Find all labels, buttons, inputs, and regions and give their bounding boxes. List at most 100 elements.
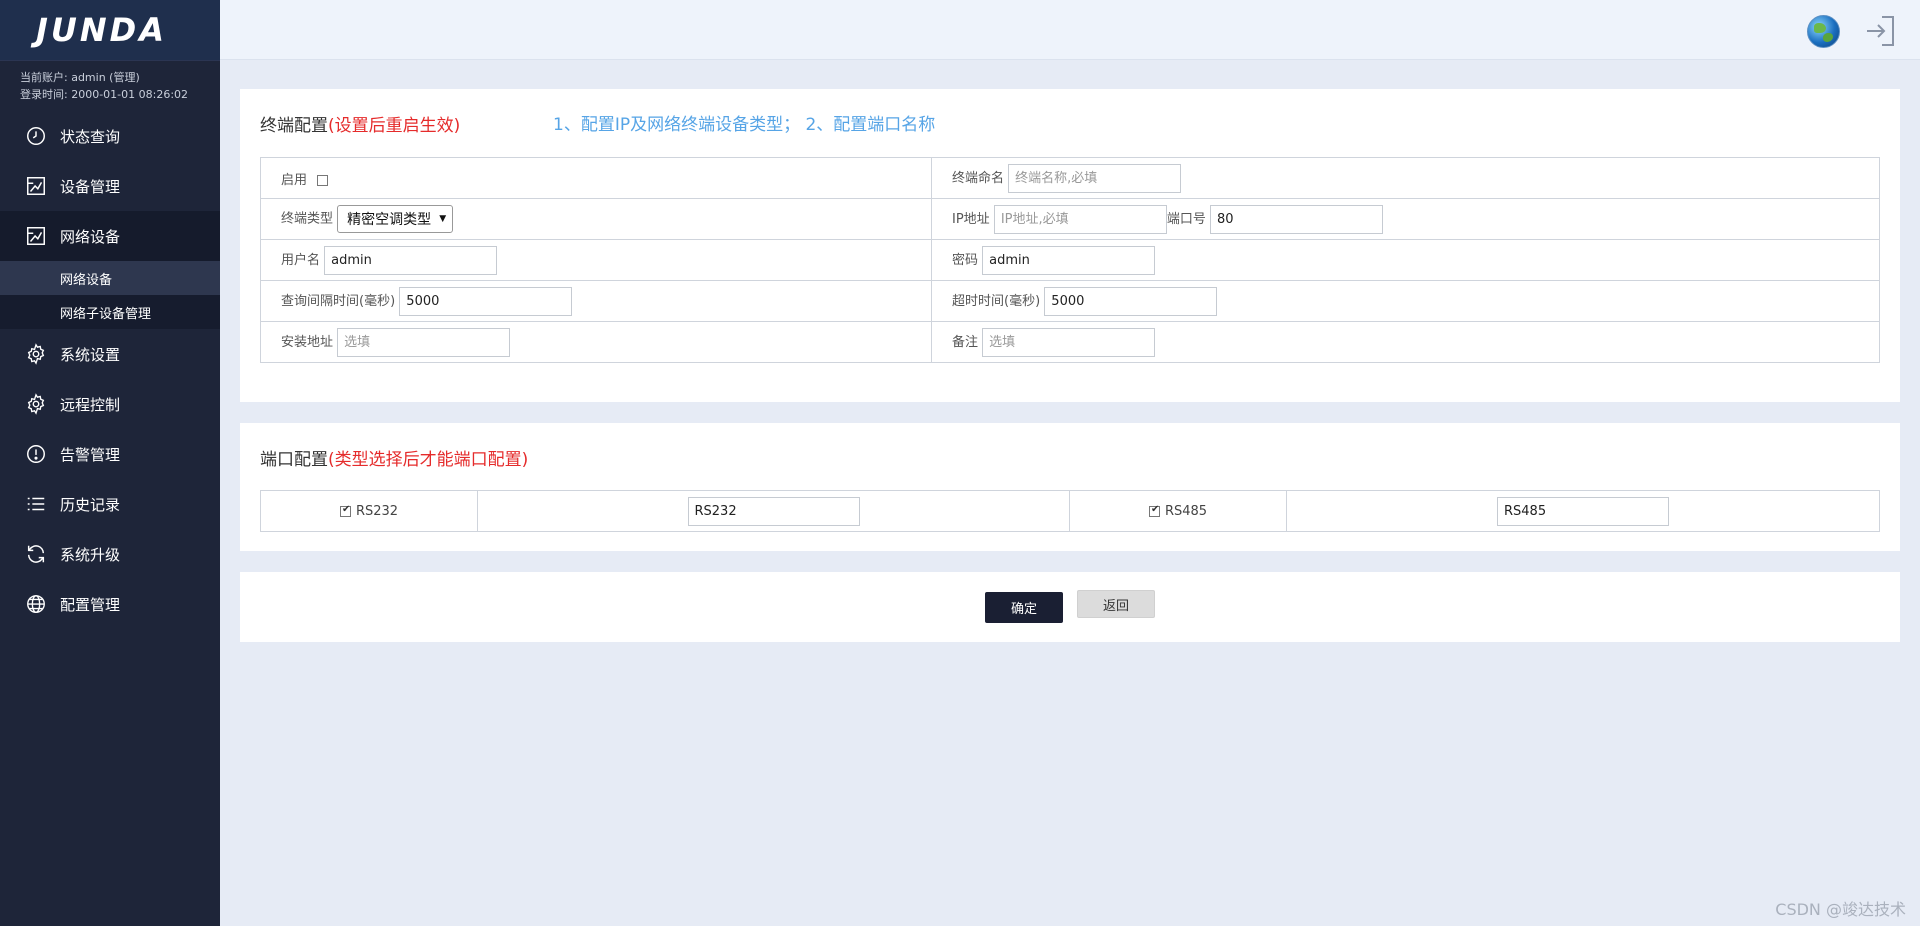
password-label: 密码 bbox=[952, 252, 979, 268]
rs232-label: RS232 bbox=[355, 503, 399, 519]
table-row: 启用 终端命名 bbox=[260, 157, 1880, 199]
sidebar-subitem-network-subdevice[interactable]: 网络子设备管理 bbox=[0, 295, 220, 329]
rs485-checkbox[interactable] bbox=[1148, 504, 1160, 517]
globe-config-icon bbox=[24, 592, 48, 616]
query-interval-input[interactable] bbox=[399, 286, 573, 316]
terminal-config-table: 启用 终端命名 终端类型 精密空调类型 ▼ IP地址 端口号 用户名 bbox=[260, 157, 1880, 363]
remark-label: 备注 bbox=[952, 334, 979, 350]
sidebar-item-label: 系统设置 bbox=[60, 345, 121, 364]
watermark: CSDN @竣达技术 bbox=[1775, 900, 1906, 919]
section-title-text: 端口配置 bbox=[260, 450, 328, 470]
current-user: 当前账户: admin (管理) bbox=[20, 71, 140, 84]
sidebar: JUNDA 当前账户: admin (管理) 登录时间: 2000-01-01 … bbox=[0, 0, 220, 926]
sidebar-subitem-label: 网络设备 bbox=[60, 272, 113, 288]
sidebar-item-system-settings[interactable]: 系统设置 bbox=[0, 329, 220, 379]
table-cell: 终端命名 bbox=[931, 157, 1880, 199]
sidebar-subitem-network-device[interactable]: 网络设备 bbox=[0, 261, 220, 295]
install-address-label: 安装地址 bbox=[281, 334, 334, 350]
section-title-note: (类型选择后才能端口配置) bbox=[328, 450, 529, 470]
port-number-input[interactable] bbox=[1209, 204, 1383, 234]
table-row: 安装地址 备注 bbox=[260, 321, 1880, 363]
port-config-panel: 端口配置(类型选择后才能端口配置) RS232 RS485 bbox=[240, 423, 1900, 551]
alert-icon bbox=[24, 442, 48, 466]
terminal-type-select[interactable]: 精密空调类型 ▼ bbox=[337, 205, 454, 233]
brand-logo: JUNDA bbox=[36, 11, 167, 49]
rs232-checkbox[interactable] bbox=[339, 504, 351, 517]
config-tip: 1、配置IP及网络终端设备类型； 2、配置端口名称 bbox=[553, 115, 936, 135]
sidebar-item-label: 历史记录 bbox=[60, 495, 121, 514]
logout-icon[interactable] bbox=[1864, 14, 1896, 48]
sidebar-item-history[interactable]: 历史记录 bbox=[0, 479, 220, 529]
table-cell: 终端类型 精密空调类型 ▼ bbox=[260, 198, 932, 240]
table-cell: 查询间隔时间(毫秒) bbox=[260, 280, 932, 322]
table-row: RS232 RS485 bbox=[260, 490, 1880, 532]
gear-icon bbox=[24, 342, 48, 366]
terminal-type-value: 精密空调类型 bbox=[347, 212, 432, 228]
remark-input[interactable] bbox=[982, 327, 1156, 357]
confirm-button[interactable]: 确定 bbox=[985, 592, 1063, 623]
table-row: 查询间隔时间(毫秒) 超时时间(毫秒) bbox=[260, 280, 1880, 322]
rs485-label: RS485 bbox=[1164, 503, 1208, 519]
remote-gear-icon bbox=[24, 392, 48, 416]
sidebar-item-label: 配置管理 bbox=[60, 595, 121, 614]
section-title-text: 终端配置 bbox=[260, 116, 328, 136]
timeout-input[interactable] bbox=[1044, 286, 1218, 316]
sidebar-item-status[interactable]: 状态查询 bbox=[0, 111, 220, 161]
login-time: 登录时间: 2000-01-01 08:26:02 bbox=[20, 88, 189, 101]
terminal-name-input[interactable] bbox=[1008, 163, 1182, 193]
password-input[interactable] bbox=[982, 245, 1156, 275]
timeout-label: 超时时间(毫秒) bbox=[952, 293, 1041, 309]
list-icon bbox=[24, 492, 48, 516]
actions-panel: 确定 返回 bbox=[240, 572, 1900, 642]
globe-icon[interactable] bbox=[1807, 15, 1840, 48]
enable-label: 启用 bbox=[281, 172, 308, 188]
terminal-name-label: 终端命名 bbox=[952, 170, 1005, 186]
terminal-config-panel: 终端配置(设置后重启生效) 1、配置IP及网络终端设备类型； 2、配置端口名称 … bbox=[240, 89, 1900, 402]
sidebar-item-alarm[interactable]: 告警管理 bbox=[0, 429, 220, 479]
sidebar-item-device[interactable]: 设备管理 bbox=[0, 161, 220, 211]
table-cell bbox=[477, 490, 1070, 532]
table-cell: 用户名 bbox=[260, 239, 932, 281]
install-address-input[interactable] bbox=[337, 327, 511, 357]
port-number-label: 端口号 bbox=[1166, 211, 1206, 227]
sidebar-item-network-device[interactable]: 网络设备 bbox=[0, 211, 220, 261]
username-label: 用户名 bbox=[281, 252, 321, 268]
section-title-note: (设置后重启生效) bbox=[328, 116, 461, 136]
account-info: 当前账户: admin (管理) 登录时间: 2000-01-01 08:26:… bbox=[0, 60, 220, 111]
table-row: 用户名 密码 bbox=[260, 239, 1880, 281]
sidebar-subitem-label: 网络子设备管理 bbox=[60, 306, 152, 322]
port-config-title: 端口配置(类型选择后才能端口配置) bbox=[260, 445, 528, 470]
rs232-name-input[interactable] bbox=[687, 496, 860, 526]
table-row: 终端类型 精密空调类型 ▼ IP地址 端口号 bbox=[260, 198, 1880, 240]
table-cell: RS232 bbox=[260, 490, 478, 532]
refresh-icon bbox=[24, 542, 48, 566]
rs485-name-input[interactable] bbox=[1497, 496, 1669, 526]
ip-input[interactable] bbox=[993, 204, 1167, 234]
clock-icon bbox=[24, 124, 48, 148]
table-cell: 启用 bbox=[260, 157, 932, 199]
sidebar-item-label: 设备管理 bbox=[60, 177, 121, 196]
back-button[interactable]: 返回 bbox=[1077, 590, 1155, 618]
table-cell: 安装地址 bbox=[260, 321, 932, 363]
dropdown-arrow-icon: ▼ bbox=[439, 214, 447, 224]
port-config-table: RS232 RS485 bbox=[260, 490, 1880, 532]
table-cell: 备注 bbox=[931, 321, 1880, 363]
sidebar-item-label: 远程控制 bbox=[60, 395, 121, 414]
table-cell: 超时时间(毫秒) bbox=[931, 280, 1880, 322]
network-device-icon bbox=[24, 224, 48, 248]
sidebar-item-label: 系统升级 bbox=[60, 545, 121, 564]
enable-checkbox[interactable] bbox=[317, 174, 329, 186]
topbar bbox=[220, 0, 1920, 60]
query-interval-label: 查询间隔时间(毫秒) bbox=[281, 293, 396, 309]
username-input[interactable] bbox=[324, 245, 498, 275]
sidebar-item-config[interactable]: 配置管理 bbox=[0, 579, 220, 629]
sidebar-item-upgrade[interactable]: 系统升级 bbox=[0, 529, 220, 579]
sidebar-item-label: 状态查询 bbox=[60, 127, 121, 146]
table-cell: IP地址 端口号 bbox=[931, 198, 1880, 240]
table-cell: 密码 bbox=[931, 239, 1880, 281]
ip-label: IP地址 bbox=[952, 211, 990, 227]
sidebar-item-remote-control[interactable]: 远程控制 bbox=[0, 379, 220, 429]
device-icon bbox=[24, 174, 48, 198]
sidebar-item-label: 网络设备 bbox=[60, 227, 121, 246]
logo-area: JUNDA bbox=[0, 0, 220, 60]
